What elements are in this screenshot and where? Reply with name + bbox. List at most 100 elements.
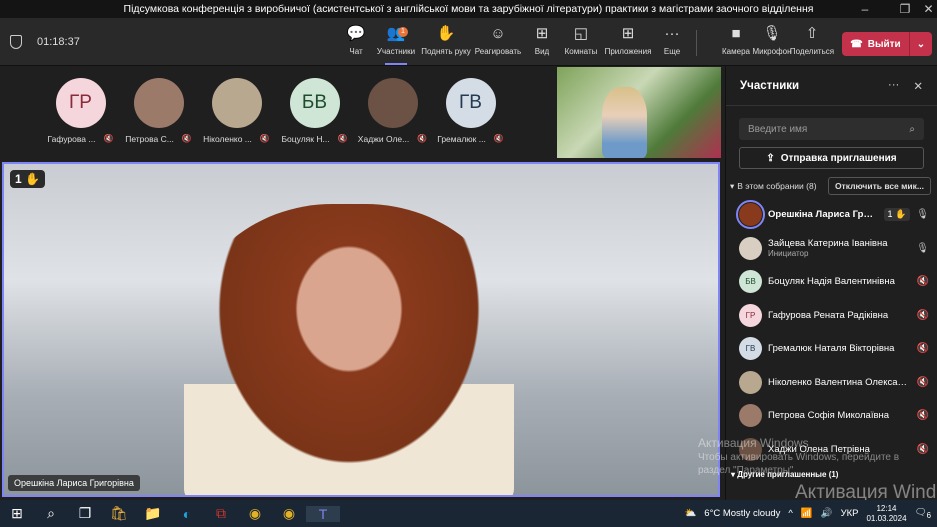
weather-text[interactable]: 6°C Mostly cloudy (704, 508, 780, 519)
toolbar-label: Комнаты (564, 47, 598, 56)
gallery-participant[interactable]: ГВ Гремалюк ... 🔇 (437, 78, 504, 144)
file-explorer-icon[interactable]: 📁 (136, 505, 170, 522)
mic-off-icon: 🔇 (417, 134, 428, 143)
task-view-icon[interactable]: ❐ (68, 505, 102, 522)
participant-list-item[interactable]: Хаджи Олена Петрівна 🔇 (726, 433, 937, 467)
toolbar-icon: ⊞ (535, 25, 549, 42)
minimize-button[interactable]: – (850, 0, 880, 18)
mic-off-icon: 🔇 (181, 134, 192, 143)
chevron-down-icon[interactable]: ⌄ (910, 39, 932, 50)
participant-list-item[interactable]: Зайцева Катерина Іванівна Инициатор 🎙 (726, 232, 937, 266)
participant-name: Орешкіна Лариса Григ... (768, 209, 878, 221)
avatar: ГР (55, 78, 106, 128)
gallery-participant[interactable]: Петрова С... 🔇 (125, 78, 192, 144)
volume-icon[interactable]: 🔊 (821, 508, 833, 519)
toolbar-label: Еще (663, 47, 681, 56)
gallery-participant[interactable]: ГР Гафурова ... 🔇 (48, 78, 113, 144)
toolbar-button-1[interactable]: 👥 Участники 1 (370, 24, 422, 65)
notifications-icon[interactable]: 🗨6 (915, 507, 931, 520)
mic-icon[interactable]: 🎙 (916, 243, 929, 254)
phone-icon: ☎ (850, 38, 863, 50)
windows-start-icon[interactable]: ⊞ (0, 505, 34, 522)
more-icon[interactable]: ··· (888, 79, 900, 93)
mic-off-icon[interactable]: 🔇 (917, 276, 929, 287)
mute-all-button[interactable]: Отключить все мик... (827, 177, 931, 195)
gallery-participant[interactable]: Хаджи Оле... 🔇 (358, 78, 427, 144)
leave-button[interactable]: ☎ Выйти ⌄ (842, 32, 932, 56)
search-icon[interactable]: ⌕ (34, 505, 68, 522)
gallery-row: ГР Гафурова ... 🔇 Петрова С... 🔇 Ніколенко ..… (48, 78, 504, 144)
avatar (739, 437, 762, 461)
toolbar-icon: ⇧ (805, 25, 819, 42)
toolbar-icon: ◱ (573, 25, 589, 42)
gallery-participant[interactable]: БВ Боцуляк Н... 🔇 (281, 78, 348, 144)
mic-off-icon[interactable]: 🔇 (917, 343, 929, 354)
participant-name: Хаджи Оле... (357, 134, 410, 144)
mic-off-icon: 🔇 (103, 134, 114, 143)
toolbar-label: Приложения (604, 47, 652, 56)
clock[interactable]: 12:14 01.03.2024 (866, 504, 906, 524)
toolbar-label: Поднять руку (421, 47, 471, 56)
panel-title: Участники (740, 79, 800, 92)
close-button[interactable]: ✕ (920, 0, 937, 18)
mic-icon[interactable]: 🎙 (916, 209, 929, 220)
mic-off-icon[interactable]: 🔇 (917, 377, 929, 388)
speaker-name-tag: Орешкіна Лариса Григорівна (8, 475, 140, 491)
participants-badge: 1 (398, 27, 408, 37)
share-icon: ⇪ (766, 152, 775, 164)
participant-list-item[interactable]: ГВ Гремалюк Наталя Вікторівна 🔇 (726, 332, 937, 366)
leave-label: Выйти (867, 38, 901, 50)
participants-panel: Участники ··· ✕ Введите имя ⌕ ⇪ Отправка пр… (725, 66, 937, 500)
store-icon[interactable]: 🛍 (102, 505, 136, 522)
raised-hand-badge: 1 ✋ (883, 208, 911, 222)
weather-icon[interactable]: ⛅ (684, 508, 696, 519)
toolbar-label: Участники (376, 47, 416, 56)
chrome-alt-icon[interactable]: ◉ (272, 505, 306, 522)
teams-icon[interactable]: T (306, 505, 340, 522)
section-header[interactable]: В этом собрании (8) (737, 181, 816, 191)
participant-list-item[interactable]: ГР Гафурова Рената Радіківна 🔇 (726, 299, 937, 333)
toolbar-button-7[interactable]: ··· Еще (646, 24, 698, 56)
avatar: БВ (289, 78, 340, 128)
avatar (736, 200, 765, 230)
language-indicator[interactable]: УКР (841, 508, 859, 519)
chevron-up-icon[interactable]: ^ (788, 508, 792, 519)
caret-down-icon[interactable]: ▾ (730, 181, 734, 192)
search-input[interactable]: Введите имя ⌕ (739, 118, 924, 140)
other-invited-section[interactable]: ▾ Другие приглашенные (1) (731, 470, 937, 479)
participant-name: Ніколенко ... (203, 134, 252, 144)
participant-list-item[interactable]: Петрова Софія Миколаївна 🔇 (726, 399, 937, 433)
edge-icon[interactable]: ◐ (170, 506, 204, 522)
participant-list-item[interactable]: Ніколенко Валентина Олександ... 🔇 (726, 366, 937, 400)
network-icon[interactable]: 📶 (801, 508, 813, 519)
mic-off-icon[interactable]: 🔇 (917, 444, 929, 455)
mic-off-icon[interactable]: 🔇 (917, 310, 929, 321)
main-video[interactable]: 1 ✋ Орешкіна Лариса Григорівна (2, 162, 720, 497)
acrobat-icon[interactable]: ⧉ (204, 505, 238, 522)
hand-icon: ✋ (25, 172, 40, 186)
video-thumbnail[interactable] (557, 67, 721, 158)
participant-role: Инициатор (768, 249, 809, 259)
toolbar-icon: ✋ (436, 25, 456, 42)
toolbar-button-2[interactable]: ✋ Поднять руку (420, 24, 472, 56)
avatar (211, 78, 262, 128)
participant-video (602, 87, 647, 158)
participant-list-item[interactable]: БВ Боцуляк Надія Валентинівна 🔇 (726, 265, 937, 299)
send-invite-button[interactable]: ⇪ Отправка приглашения (739, 147, 924, 169)
gallery-participant[interactable]: Ніколенко ... 🔇 (203, 78, 270, 144)
chrome-icon[interactable]: ◉ (238, 505, 272, 522)
participant-list-item[interactable]: Орешкіна Лариса Григ... 1 ✋ 🎙 (726, 198, 937, 232)
avatar: ГР (739, 303, 762, 327)
maximize-button[interactable]: ❐ (890, 0, 920, 18)
mic-off-icon[interactable]: 🔇 (917, 410, 929, 421)
avatar (367, 78, 418, 128)
toolbar-icon: 🎙 (762, 25, 782, 42)
close-icon[interactable]: ✕ (913, 79, 923, 93)
shield-icon (10, 35, 22, 49)
participant-name: Хаджи Олена Петрівна (768, 443, 870, 455)
avatar: БВ (739, 270, 762, 294)
toolbar-button-10[interactable]: ⇧ Поделиться (786, 24, 838, 56)
meeting-toolbar: 01:18:37 💬 Чат 👥 Участники 1 ✋ Поднять руку ☺ Ре… (0, 18, 937, 66)
toolbar-button-5[interactable]: ◱ Комнаты (555, 24, 607, 56)
participant-name: Петрова С... (125, 134, 174, 144)
